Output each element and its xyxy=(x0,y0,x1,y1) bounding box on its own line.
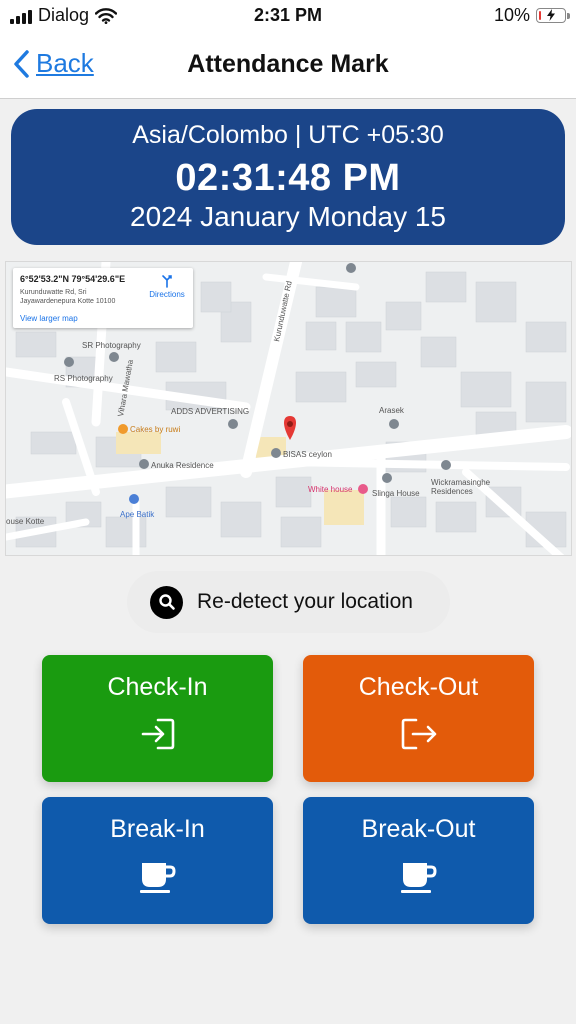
battery-level xyxy=(539,11,541,20)
current-date: 2024 January Monday 15 xyxy=(130,201,446,232)
navigation-bar: Back Attendance Mark xyxy=(0,34,576,99)
place-label: ouse Kotte xyxy=(6,517,45,526)
logout-icon xyxy=(401,718,436,750)
redetect-location-button[interactable]: Re-detect your location xyxy=(127,571,450,633)
coffee-cup-icon xyxy=(139,863,176,893)
break-in-label: Break-In xyxy=(110,815,205,843)
status-bar: Dialog 2:31 PM 10% xyxy=(0,0,576,34)
search-icon xyxy=(150,585,183,619)
status-right: 10% xyxy=(493,5,570,26)
check-out-button[interactable]: Check-Out xyxy=(303,655,534,782)
break-out-label: Break-Out xyxy=(361,815,476,843)
charging-bolt-icon xyxy=(547,9,555,21)
break-in-button[interactable]: Break-In xyxy=(42,797,273,924)
login-icon xyxy=(141,718,174,750)
battery-percent: 10% xyxy=(493,5,530,25)
check-out-label: Check-Out xyxy=(358,673,479,701)
map-coordinates: 6°52'53.2"N 79°54'29.6"E xyxy=(20,274,126,284)
place-label: SR Photography xyxy=(82,341,141,350)
hotel-pin-icon xyxy=(358,484,368,494)
place-label: Anuka Residence xyxy=(151,461,214,470)
map-address: Kurunduwatte Rd, Sri Jayawardenepura Kot… xyxy=(20,289,116,305)
break-out-button[interactable]: Break-Out xyxy=(303,797,534,924)
check-in-button[interactable]: Check-In xyxy=(42,655,273,782)
battery-icon xyxy=(536,8,570,23)
cafe-pin-icon xyxy=(118,424,128,434)
place-label: ADDS ADVERTISING xyxy=(171,407,250,416)
status-time: 2:31 PM xyxy=(253,5,323,25)
coffee-cup-icon xyxy=(400,863,437,893)
directions-label: Directions xyxy=(149,290,185,299)
map-info-card: 6°52'53.2"N 79°54'29.6"E Kurunduwatte Rd… xyxy=(13,268,193,328)
place-label: Ape Batik xyxy=(120,510,155,519)
place-label: Slinga House xyxy=(372,489,420,498)
view-larger-map-link[interactable]: View larger map xyxy=(20,314,78,323)
current-time: 02:31:48 PM xyxy=(175,157,401,199)
timezone-label: Asia/Colombo | UTC +05:30 xyxy=(132,121,444,149)
place-label: White house xyxy=(308,485,353,494)
page-title: Attendance Mark xyxy=(187,50,389,78)
time-card: Asia/Colombo | UTC +05:30 02:31:48 PM 20… xyxy=(11,109,565,245)
place-label: BISAS ceylon xyxy=(283,450,332,459)
check-in-label: Check-In xyxy=(107,673,208,701)
shop-pin-icon xyxy=(129,494,139,504)
directions-icon xyxy=(162,275,172,288)
redetect-label: Re-detect your location xyxy=(197,590,413,613)
place-label: RS Photography xyxy=(54,374,113,383)
location-map[interactable]: Kurunduwatte Rd Vihara Mawatha SR Photog… xyxy=(5,261,572,556)
directions-button[interactable]: Directions xyxy=(145,274,189,299)
place-label: Arasek xyxy=(379,406,404,415)
place-label: Cakes by ruwi xyxy=(130,425,181,434)
place-label: Wickramasinghe Residences xyxy=(431,478,491,496)
